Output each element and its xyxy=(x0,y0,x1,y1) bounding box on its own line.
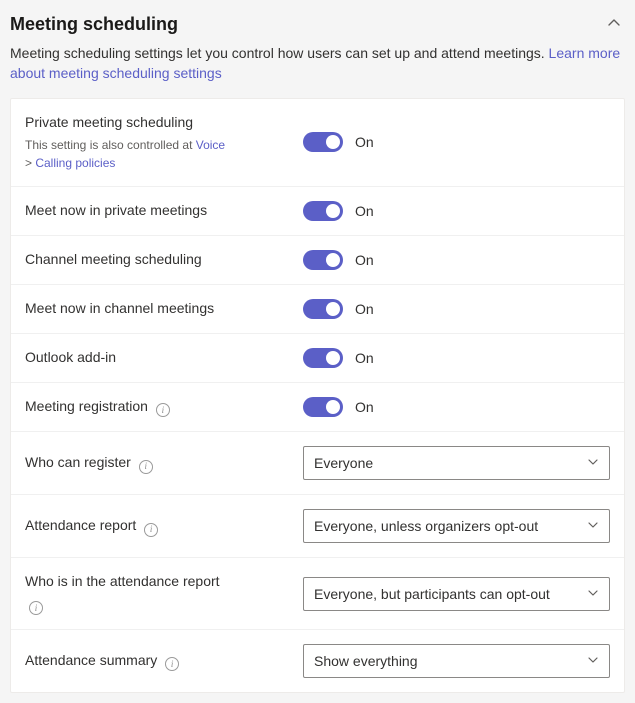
toggle-outlook-addin[interactable] xyxy=(303,348,343,368)
row-who-in-attendance-report: Who is in the attendance report i Everyo… xyxy=(11,558,624,630)
info-icon[interactable]: i xyxy=(156,403,170,417)
select-value: Everyone xyxy=(314,455,373,471)
setting-label: Channel meeting scheduling xyxy=(25,250,291,270)
select-attendance-report[interactable]: Everyone, unless organizers opt-out xyxy=(303,509,610,543)
select-value: Everyone, but participants can opt-out xyxy=(314,586,550,602)
setting-label: Attendance summary i xyxy=(25,651,291,671)
control-col: Show everything xyxy=(303,644,610,678)
toggle-channel-meeting-scheduling[interactable] xyxy=(303,250,343,270)
setting-label: Meet now in channel meetings xyxy=(25,299,291,319)
sublabel-sep: > xyxy=(25,156,35,170)
label-col: Who is in the attendance report i xyxy=(25,572,303,615)
select-who-in-attendance-report[interactable]: Everyone, but participants can opt-out xyxy=(303,577,610,611)
control-col: Everyone, unless organizers opt-out xyxy=(303,509,610,543)
row-private-meeting-scheduling: Private meeting scheduling This setting … xyxy=(11,99,624,188)
label-col: Who can register i xyxy=(25,453,303,473)
control-col: On xyxy=(303,132,610,152)
setting-label: Meet now in private meetings xyxy=(25,201,291,221)
toggle-meet-now-channel[interactable] xyxy=(303,299,343,319)
chevron-down-icon xyxy=(587,653,599,669)
setting-label: Who is in the attendance report xyxy=(25,572,291,592)
setting-label-text: Meeting registration xyxy=(25,398,148,414)
toggle-meeting-registration[interactable] xyxy=(303,397,343,417)
select-value: Show everything xyxy=(314,653,418,669)
row-who-can-register: Who can register i Everyone xyxy=(11,432,624,495)
row-meet-now-channel: Meet now in channel meetings On xyxy=(11,285,624,334)
toggle-state-label: On xyxy=(355,301,374,317)
section-title: Meeting scheduling xyxy=(10,14,178,35)
calling-policies-link[interactable]: Calling policies xyxy=(35,156,115,170)
row-meeting-registration: Meeting registration i On xyxy=(11,383,624,432)
row-attendance-report: Attendance report i Everyone, unless org… xyxy=(11,495,624,558)
setting-label: Who can register i xyxy=(25,453,291,473)
info-icon[interactable]: i xyxy=(165,657,179,671)
label-col: Outlook add-in xyxy=(25,348,303,368)
section-header: Meeting scheduling xyxy=(0,0,635,43)
label-col: Private meeting scheduling This setting … xyxy=(25,113,303,173)
control-col: On xyxy=(303,201,610,221)
control-col: On xyxy=(303,250,610,270)
control-col: On xyxy=(303,348,610,368)
sublabel-prefix: This setting is also controlled at xyxy=(25,138,196,152)
setting-label: Meeting registration i xyxy=(25,397,291,417)
toggle-state-label: On xyxy=(355,134,374,150)
setting-sublabel: This setting is also controlled at Voice… xyxy=(25,136,291,172)
toggle-state-label: On xyxy=(355,203,374,219)
select-attendance-summary[interactable]: Show everything xyxy=(303,644,610,678)
setting-label: Attendance report i xyxy=(25,516,291,536)
setting-label: Private meeting scheduling xyxy=(25,113,291,133)
control-col: On xyxy=(303,397,610,417)
voice-link[interactable]: Voice xyxy=(196,138,225,152)
label-col: Meet now in channel meetings xyxy=(25,299,303,319)
select-who-can-register[interactable]: Everyone xyxy=(303,446,610,480)
control-col: Everyone xyxy=(303,446,610,480)
row-outlook-addin: Outlook add-in On xyxy=(11,334,624,383)
setting-label-text: Who can register xyxy=(25,454,131,470)
row-meet-now-private: Meet now in private meetings On xyxy=(11,187,624,236)
setting-label: Outlook add-in xyxy=(25,348,291,368)
label-col: Channel meeting scheduling xyxy=(25,250,303,270)
control-col: Everyone, but participants can opt-out xyxy=(303,577,610,611)
label-col: Attendance report i xyxy=(25,516,303,536)
setting-label-text: Attendance report xyxy=(25,517,136,533)
setting-label-text: Who is in the attendance report xyxy=(25,573,220,589)
label-col: Attendance summary i xyxy=(25,651,303,671)
settings-card: Private meeting scheduling This setting … xyxy=(10,98,625,693)
description-text: Meeting scheduling settings let you cont… xyxy=(10,45,549,61)
chevron-down-icon xyxy=(587,586,599,602)
info-icon[interactable]: i xyxy=(139,460,153,474)
control-col: On xyxy=(303,299,610,319)
select-value: Everyone, unless organizers opt-out xyxy=(314,518,538,534)
row-channel-meeting-scheduling: Channel meeting scheduling On xyxy=(11,236,624,285)
section-description: Meeting scheduling settings let you cont… xyxy=(0,43,635,98)
toggle-meet-now-private[interactable] xyxy=(303,201,343,221)
setting-label-text: Attendance summary xyxy=(25,652,157,668)
label-col: Meet now in private meetings xyxy=(25,201,303,221)
chevron-down-icon xyxy=(587,455,599,471)
toggle-private-meeting-scheduling[interactable] xyxy=(303,132,343,152)
toggle-state-label: On xyxy=(355,350,374,366)
info-icon[interactable]: i xyxy=(144,523,158,537)
chevron-down-icon xyxy=(587,518,599,534)
toggle-state-label: On xyxy=(355,399,374,415)
toggle-state-label: On xyxy=(355,252,374,268)
collapse-chevron-icon[interactable] xyxy=(603,12,625,37)
label-col: Meeting registration i xyxy=(25,397,303,417)
row-attendance-summary: Attendance summary i Show everything xyxy=(11,630,624,692)
